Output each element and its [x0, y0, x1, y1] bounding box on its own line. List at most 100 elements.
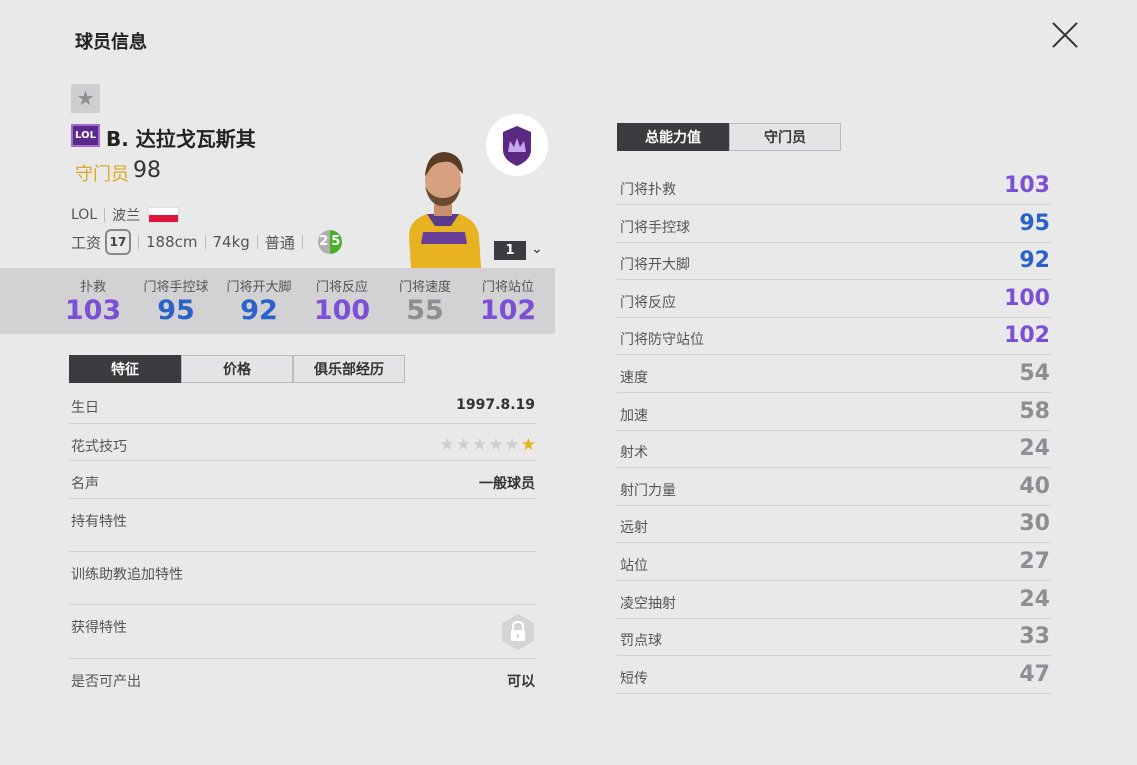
key-stat: 门将开大脚 92: [218, 276, 300, 326]
traits-label: 持有特性: [71, 514, 127, 530]
nation-label: 波兰: [112, 208, 141, 224]
skill-stars: ★★★★★★: [440, 435, 538, 455]
key-stat: 扑救 103: [52, 276, 134, 326]
key-stat: 门将手控球 95: [135, 276, 217, 326]
key-stat-value: 103: [64, 295, 122, 326]
key-stat: 门将速度 55: [384, 276, 466, 326]
star-empty-icon: ★: [439, 435, 456, 455]
key-stat-value: 55: [406, 295, 444, 326]
ability-row: 门将扑救 103: [617, 167, 1051, 205]
close-icon[interactable]: [1048, 18, 1082, 52]
ability-label: 站位: [620, 558, 648, 574]
ability-label: 门将手控球: [620, 219, 690, 236]
ability-row: 射术 24: [617, 430, 1051, 469]
tab-price[interactable]: 价格: [181, 355, 293, 383]
ability-row: 门将防守站位 102: [617, 317, 1051, 356]
key-stat-value: 92: [240, 295, 278, 326]
season-label: LOL: [71, 207, 98, 223]
divider: [256, 235, 258, 249]
star-empty-icon: ★: [455, 435, 472, 455]
star-empty-icon: ★: [472, 435, 489, 455]
player-position: 守门员: [75, 164, 129, 185]
divider: [301, 235, 303, 249]
page-title: 球员信息: [75, 32, 147, 53]
ability-value: 33: [1019, 624, 1050, 650]
attributes-row: 工资 17 188cm 74kg 普通 2 5: [71, 229, 342, 255]
tradable-label: 是否可产出: [71, 674, 141, 690]
enhance-level-badge[interactable]: 1: [494, 241, 526, 260]
star-icon[interactable]: ★: [71, 84, 100, 113]
chevron-down-icon[interactable]: ⌄: [531, 241, 543, 257]
ability-label: 凌空抽射: [620, 595, 676, 612]
ability-label: 射门力量: [620, 482, 676, 499]
tab-club-history[interactable]: 俱乐部经历: [293, 355, 405, 383]
key-stat-value: 102: [479, 295, 537, 326]
divider: [138, 235, 140, 249]
info-row-skill: 花式技巧 ★★★★★★: [69, 424, 537, 461]
ability-value: 58: [1019, 398, 1050, 424]
star-filled-icon: ★: [520, 435, 537, 455]
crown-crest-icon: [486, 114, 548, 176]
ability-row: 门将反应 100: [617, 280, 1051, 318]
ability-label: 门将扑救: [620, 182, 676, 198]
info-row-tradable: 是否可产出 可以: [69, 659, 537, 698]
ability-value: 100: [1004, 285, 1050, 311]
ability-label: 罚点球: [620, 633, 662, 650]
ability-value: 92: [1019, 248, 1050, 274]
ability-row: 门将开大脚 92: [617, 242, 1051, 281]
ability-value: 95: [1019, 210, 1050, 236]
salary-label: 工资: [71, 233, 102, 252]
ability-value: 40: [1019, 473, 1050, 499]
key-stat-value: 95: [157, 295, 195, 326]
league-badge: LOL: [71, 124, 100, 147]
key-stat-label: 门将开大脚: [226, 280, 292, 295]
key-stat-label: 门将反应: [315, 280, 368, 295]
ability-row: 加速 58: [617, 393, 1051, 431]
weight-value: 74kg: [212, 233, 250, 251]
info-tabs: 特征 价格 俱乐部经历: [69, 355, 405, 383]
tab-traits[interactable]: 特征: [69, 355, 181, 383]
key-stat-label: 扑救: [79, 280, 106, 295]
ability-value: 27: [1019, 549, 1050, 574]
ability-label: 门将反应: [620, 294, 676, 311]
nation-flag-icon: [148, 207, 180, 223]
ability-row: 射门力量 40: [617, 468, 1051, 506]
player-photo: [409, 152, 481, 268]
ability-value: 103: [1004, 173, 1050, 198]
lock-icon[interactable]: [499, 613, 537, 651]
tradable-value: 可以: [507, 674, 535, 690]
coach-traits-label: 训练助教追加特性: [71, 567, 183, 583]
key-stat: 门将反应 100: [301, 276, 383, 326]
tab-goalkeeper[interactable]: 守门员: [729, 123, 841, 151]
ability-label: 加速: [620, 407, 648, 424]
ability-value: 30: [1019, 511, 1050, 537]
ability-value: 24: [1019, 586, 1050, 612]
ability-value: 54: [1019, 361, 1050, 386]
height-value: 188cm: [146, 233, 198, 251]
reputation-label: 名声: [71, 476, 99, 492]
key-stat-label: 门将手控球: [143, 280, 209, 295]
ability-row: 远射 30: [617, 505, 1051, 544]
ability-label: 短传: [620, 670, 648, 687]
ability-label: 门将防守站位: [620, 332, 704, 349]
divider: [104, 208, 106, 222]
ability-row: 短传 47: [617, 656, 1051, 694]
ability-row: 速度 54: [617, 355, 1051, 393]
ability-label: 门将开大脚: [620, 257, 690, 274]
ability-label: 速度: [620, 370, 648, 386]
season-nation-row: LOL 波兰: [71, 205, 180, 225]
weak-foot-badge: 2: [317, 230, 330, 254]
ability-row: 站位 27: [617, 543, 1051, 581]
info-row-reputation: 名声 一般球员: [69, 461, 537, 499]
birthday-value: 1997.8.19: [456, 397, 535, 413]
star-empty-icon: ★: [504, 435, 521, 455]
tab-total-ability[interactable]: 总能力值: [617, 123, 729, 151]
acquired-traits-label: 获得特性: [71, 620, 127, 636]
strong-foot-badge: 5: [329, 230, 342, 254]
key-stat-label: 门将速度: [398, 280, 451, 295]
ability-value: 47: [1019, 661, 1050, 687]
divider: [204, 235, 206, 249]
ability-row: 罚点球 33: [617, 618, 1051, 657]
ability-value: 102: [1004, 323, 1050, 349]
body-type-value: 普通: [264, 233, 295, 252]
